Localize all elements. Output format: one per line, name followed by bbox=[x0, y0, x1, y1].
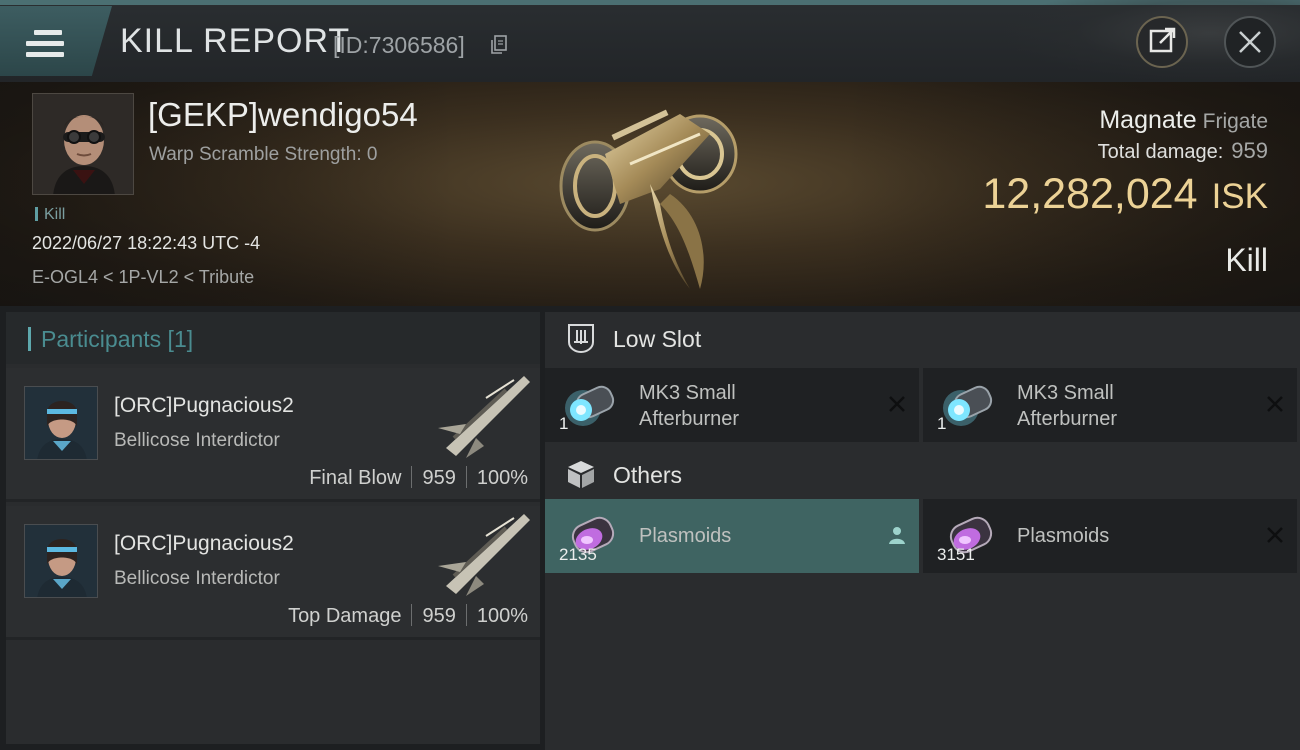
participants-panel: Participants [1] [ORC]Pugnacious2 Bellic… bbox=[6, 312, 540, 744]
kill-result: Kill bbox=[1225, 242, 1268, 278]
kill-banner: [GEKP]wendigo54 Warp Scramble Strength: … bbox=[0, 82, 1300, 306]
destroyed-icon bbox=[1267, 527, 1283, 543]
low-slot-icon bbox=[568, 324, 594, 354]
participant-ship-icon[interactable] bbox=[426, 506, 536, 606]
total-damage-label: Total damage: bbox=[1097, 141, 1224, 163]
low-slot-header: Low Slot bbox=[545, 312, 1300, 364]
copy-icon[interactable] bbox=[490, 35, 508, 55]
close-button[interactable] bbox=[1224, 16, 1276, 68]
share-button[interactable] bbox=[1136, 16, 1188, 68]
kill-tag: Kill bbox=[35, 206, 65, 224]
participant-damage: 959 bbox=[422, 605, 456, 627]
report-id: [ID:7306586] bbox=[333, 32, 465, 58]
hamburger-menu-icon bbox=[26, 30, 64, 60]
dropped-person-icon bbox=[889, 527, 905, 544]
participant-ship: Bellicose Interdictor bbox=[114, 568, 280, 589]
item-quantity: 1 bbox=[937, 414, 947, 433]
kill-location[interactable]: E-OGL4 < 1P-VL2 < Tribute bbox=[32, 267, 254, 288]
destroyed-icon bbox=[1267, 396, 1283, 412]
destroyed-icon bbox=[889, 396, 905, 412]
victim-ship-class: Frigate bbox=[1202, 110, 1268, 133]
participant-percent: 100% bbox=[476, 467, 528, 489]
item-name: MK3 Small Afterburner bbox=[1017, 380, 1177, 432]
warp-scramble-strength: Warp Scramble Strength: 0 bbox=[149, 144, 378, 165]
fitting-panel: Low Slot 1 MK3 Small Afterburner 1 MK3 Sm… bbox=[545, 312, 1300, 750]
total-damage-value: 959 bbox=[1231, 138, 1268, 163]
cargo-box-icon bbox=[568, 461, 594, 488]
participant-avatar[interactable] bbox=[24, 524, 98, 598]
item-name: MK3 Small Afterburner bbox=[639, 380, 799, 432]
close-icon bbox=[1239, 31, 1261, 53]
item-name-line1: MK3 Small bbox=[1017, 382, 1114, 404]
fitting-item[interactable]: 1 MK3 Small Afterburner bbox=[545, 368, 919, 442]
item-name: Plasmoids bbox=[1017, 525, 1110, 547]
others-header: Others bbox=[545, 448, 1300, 500]
others-label: Others bbox=[613, 462, 683, 488]
participant-row[interactable]: [ORC]Pugnacious2 Bellicose Interdictor F… bbox=[6, 368, 540, 502]
kill-timestamp: 2022/06/27 18:22:43 UTC -4 bbox=[32, 233, 261, 253]
item-quantity: 1 bbox=[559, 414, 569, 433]
victim-ship-name[interactable]: Magnate bbox=[1099, 106, 1196, 134]
participant-role: Top Damage bbox=[288, 605, 402, 627]
fitting-item[interactable]: 1 MK3 Small Afterburner bbox=[923, 368, 1297, 442]
participant-ship: Bellicose Interdictor bbox=[114, 430, 280, 451]
participant-name[interactable]: [ORC]Pugnacious2 bbox=[114, 532, 294, 556]
item-quantity: 2135 bbox=[559, 545, 597, 564]
total-damage: Total damage: 959 bbox=[1098, 138, 1268, 164]
item-name-line2: Afterburner bbox=[1017, 408, 1118, 430]
item-name-line1: MK3 Small bbox=[639, 382, 736, 404]
item-name: Plasmoids bbox=[639, 525, 732, 547]
participant-avatar[interactable] bbox=[24, 386, 98, 460]
isk-unit: ISK bbox=[1211, 177, 1268, 216]
participant-name[interactable]: [ORC]Pugnacious2 bbox=[114, 394, 294, 418]
participant-stats: Top Damage 959 100% bbox=[288, 604, 528, 628]
menu-button[interactable] bbox=[0, 6, 112, 76]
participant-ship-icon[interactable] bbox=[426, 368, 536, 468]
participant-percent: 100% bbox=[476, 605, 528, 627]
participant-role: Final Blow bbox=[309, 467, 402, 489]
participant-damage: 959 bbox=[422, 467, 456, 489]
share-icon bbox=[1149, 27, 1176, 53]
low-slot-label: Low Slot bbox=[613, 326, 702, 352]
participant-portrait-icon bbox=[25, 525, 97, 597]
isk-value: 12,282,024 bbox=[982, 170, 1198, 218]
item-name-line2: Afterburner bbox=[639, 408, 740, 430]
participants-header: Participants [1] bbox=[6, 312, 540, 364]
victim-portrait-icon bbox=[33, 94, 133, 194]
participants-title: Participants [1] bbox=[28, 326, 193, 353]
page-title: KILL REPORT bbox=[120, 22, 351, 60]
victim-name[interactable]: [GEKP]wendigo54 bbox=[148, 96, 418, 134]
title-bar: KILL REPORT [ID:7306586] bbox=[0, 0, 1300, 82]
participant-portrait-icon bbox=[25, 387, 97, 459]
isk-value-line: 12,282,024 ISK bbox=[982, 170, 1268, 219]
participant-stats: Final Blow 959 100% bbox=[309, 466, 528, 490]
fitting-item[interactable]: 3151 Plasmoids bbox=[923, 499, 1297, 573]
fitting-item[interactable]: 2135 Plasmoids bbox=[545, 499, 919, 573]
participant-row[interactable]: [ORC]Pugnacious2 Bellicose Interdictor T… bbox=[6, 506, 540, 640]
item-quantity: 3151 bbox=[937, 545, 975, 564]
victim-ship-type: Magnate Frigate bbox=[1099, 106, 1268, 135]
victim-ship-image[interactable] bbox=[550, 94, 750, 294]
victim-avatar[interactable] bbox=[32, 93, 134, 195]
